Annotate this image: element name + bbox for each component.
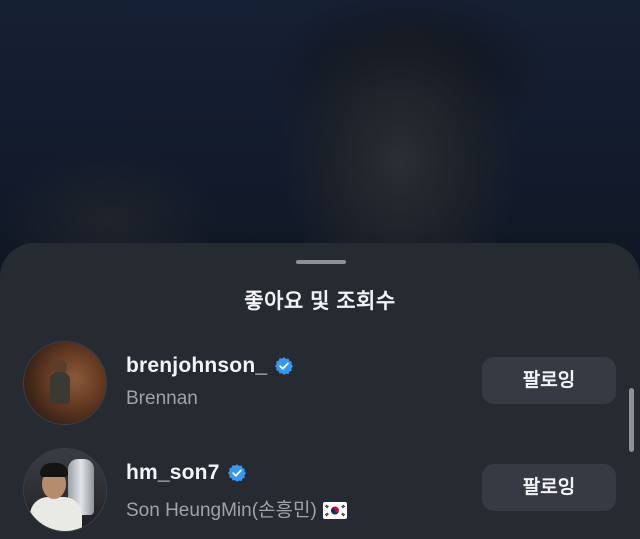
likes-and-views-screen: 좋아요 및 조회수 brenjohnson_ Brennan 팔로잉 hm_so… xyxy=(0,0,640,539)
list-item[interactable]: brenjohnson_ Brennan 팔로잉 xyxy=(0,342,640,428)
scrollbar[interactable] xyxy=(629,388,634,452)
sheet-title: 좋아요 및 조회수 xyxy=(244,290,396,313)
full-name: Son HeungMin(손흥민) xyxy=(126,500,317,521)
avatar-hair-shape xyxy=(40,463,68,477)
sheet-grabber-handle[interactable] xyxy=(296,260,346,264)
avatar-shirt-shape xyxy=(30,497,82,531)
avatar-figure-shape xyxy=(50,372,70,404)
bottom-sheet: 좋아요 및 조회수 brenjohnson_ Brennan 팔로잉 hm_so… xyxy=(0,243,640,539)
username-row[interactable]: brenjohnson_ xyxy=(126,354,294,378)
verified-badge-icon xyxy=(227,464,246,482)
avatar[interactable] xyxy=(24,342,106,424)
following-button[interactable]: 팔로잉 xyxy=(482,464,616,511)
south-korea-flag-icon xyxy=(322,502,347,519)
username[interactable]: brenjohnson_ xyxy=(126,354,267,378)
username[interactable]: hm_son7 xyxy=(126,461,220,485)
verified-badge-icon xyxy=(275,357,294,375)
following-button[interactable]: 팔로잉 xyxy=(482,357,616,404)
username-row[interactable]: hm_son7 xyxy=(126,461,247,485)
avatar[interactable] xyxy=(24,449,106,531)
full-name: Brennan xyxy=(126,388,198,409)
full-name-row: Son HeungMin(손흥민) xyxy=(126,495,347,522)
list-item[interactable]: hm_son7 Son HeungMin(손흥민) 팔로잉 xyxy=(0,449,640,535)
